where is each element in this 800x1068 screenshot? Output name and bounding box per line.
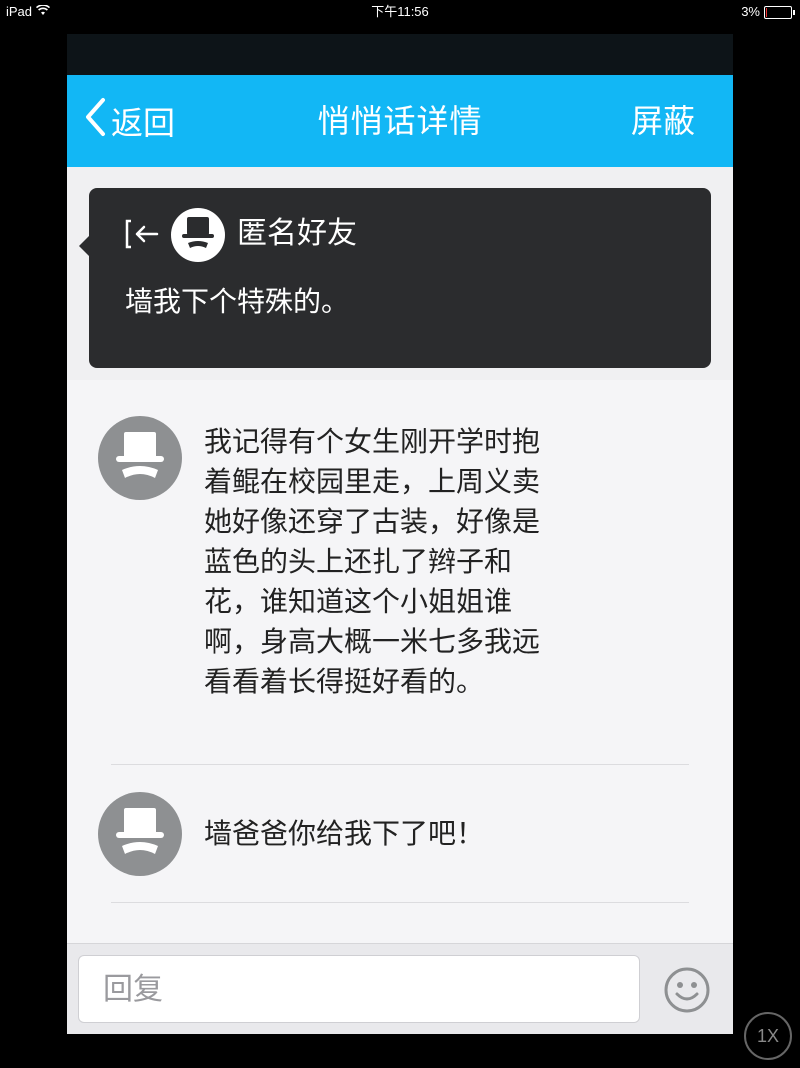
reply-line: 蓝色的头上还扎了辫子和: [204, 545, 513, 578]
reply-line: 我记得有个女生刚开学时抱: [204, 425, 541, 458]
status-bar: iPad 下午11:56 3%: [0, 0, 800, 24]
block-button[interactable]: 屏蔽: [631, 75, 695, 167]
reply-list: 我记得有个女生刚开学时抱 着鲲在校园里走，上周义卖 她好像还穿了古装，好像是 蓝…: [67, 380, 733, 943]
app-window: 返回 悄悄话详情 屏蔽 匿名好友 墙我下个特殊的。 我记得有个女生刚开学时抱 着…: [67, 34, 733, 1034]
reply-input-bar: [67, 943, 733, 1034]
anonymous-avatar-icon: [98, 792, 182, 876]
battery-level: [766, 7, 767, 17]
reply-text: 墙爸爸你给我下了吧！: [204, 814, 624, 854]
reply-line: 看看着长得挺好看的。: [204, 665, 485, 698]
zoom-1x-button[interactable]: 1X: [744, 1012, 792, 1060]
reply-line: 啊，身高大概一米七多我远: [204, 625, 541, 658]
app-status-strip: [67, 34, 733, 75]
anonymous-avatar-icon: [98, 416, 182, 500]
reply-input[interactable]: [78, 955, 640, 1023]
reply-line: 花，谁知道这个小姐姐谁: [204, 585, 513, 618]
reply-line: 墙爸爸你给我下了吧！: [204, 817, 485, 850]
post-text: 墙我下个特殊的。: [125, 285, 350, 318]
reply-line: 她好像还穿了古装，好像是: [204, 505, 541, 538]
anonymous-avatar-icon: [171, 208, 225, 262]
divider: [111, 764, 689, 765]
reply-text: 我记得有个女生刚开学时抱 着鲲在校园里走，上周义卖 她好像还穿了古装，好像是 蓝…: [204, 422, 624, 702]
divider: [111, 902, 689, 903]
exit-arrow-icon[interactable]: [123, 218, 159, 254]
post-card: 匿名好友 墙我下个特殊的。: [79, 188, 711, 368]
reply-line: 着鲲在校园里走，上周义卖: [204, 465, 541, 498]
emoji-icon[interactable]: [663, 966, 711, 1014]
status-time: 下午11:56: [371, 4, 429, 19]
status-right: 3%: [741, 0, 795, 24]
battery-percent: 3%: [741, 4, 760, 19]
post-author: 匿名好友: [237, 216, 357, 251]
battery-icon: [764, 5, 795, 19]
navbar: 返回 悄悄话详情 屏蔽: [67, 75, 733, 167]
